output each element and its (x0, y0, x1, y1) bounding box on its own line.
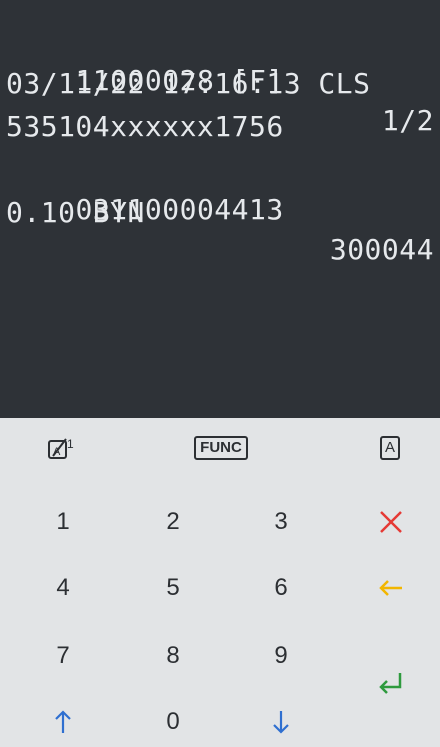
display-line-reference: 031100004413 300044 (6, 150, 434, 266)
display-line-amount: 0.10 BYN (6, 196, 145, 229)
arrow-up-icon (55, 710, 71, 733)
x-icon (380, 511, 402, 533)
key-5[interactable]: 5 (148, 566, 198, 610)
key-2[interactable]: 2 (148, 500, 198, 544)
key-1[interactable]: 1 (38, 500, 88, 544)
key-7[interactable]: 7 (38, 634, 88, 678)
clear-button[interactable] (366, 566, 416, 610)
terminal-display: 11000028 [F] 1/2 03/11/22 17:16:13 CLS 5… (0, 0, 440, 418)
arrow-left-icon (379, 580, 402, 596)
mode-toggle-button[interactable]: A 1 (40, 428, 84, 468)
auth-code: 300044 (329, 233, 434, 266)
cancel-button[interactable] (366, 500, 416, 544)
display-line-card-number: 535104xxxxxx1756 (6, 110, 284, 143)
down-button[interactable] (256, 700, 306, 744)
alpha-numeric-toggle-icon: A 1 (48, 437, 74, 459)
key-9[interactable]: 9 (256, 634, 306, 678)
alpha-button[interactable]: A (370, 428, 410, 468)
display-line-datetime: 03/11/22 17:16:13 CLS (6, 67, 371, 100)
svg-text:1: 1 (67, 437, 74, 451)
func-label: FUNC (194, 436, 248, 460)
arrow-down-icon (273, 711, 289, 734)
alpha-label: A (380, 436, 400, 460)
svg-text:A: A (53, 446, 61, 458)
key-3[interactable]: 3 (256, 500, 306, 544)
func-button[interactable]: FUNC (186, 428, 256, 468)
up-button[interactable] (38, 700, 88, 744)
key-4[interactable]: 4 (38, 566, 88, 610)
display-line-terminal-id: 11000028 [F] 1/2 (6, 21, 434, 137)
keypad: A 1 FUNC A 1 2 3 4 5 6 7 8 9 0 (0, 418, 440, 747)
key-8[interactable]: 8 (148, 634, 198, 678)
enter-return-icon (379, 673, 402, 694)
page-indicator: 1/2 (381, 104, 434, 137)
enter-button[interactable] (366, 658, 416, 708)
key-6[interactable]: 6 (256, 566, 306, 610)
key-0[interactable]: 0 (148, 700, 198, 744)
